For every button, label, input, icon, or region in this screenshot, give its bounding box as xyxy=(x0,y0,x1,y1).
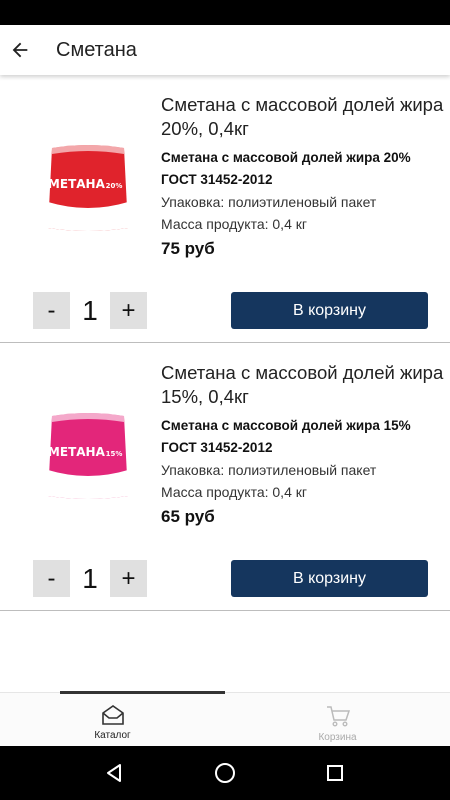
tab-catalog-label: Каталог xyxy=(94,730,131,741)
tab-cart-label: Корзина xyxy=(318,732,357,743)
home-circle-icon xyxy=(215,763,235,783)
product-packaging: Упаковка: полиэтиленовый пакет xyxy=(161,462,377,478)
product-image: СМЕТАНА 20% xyxy=(44,145,128,231)
decrement-button[interactable]: - xyxy=(33,560,70,597)
product-info: Сметана с массовой долей жира 20%, 0,4кг… xyxy=(161,93,446,259)
product-price: 75 руб xyxy=(161,239,215,258)
arrow-left-icon xyxy=(12,42,28,58)
add-to-cart-button[interactable]: В корзину xyxy=(231,560,428,597)
product-card: СМЕТАНА 15% Сметана с массовой долей жир… xyxy=(0,343,450,611)
product-price: 65 руб xyxy=(161,507,215,526)
product-weight: Масса продукта: 0,4 кг xyxy=(161,216,307,232)
pack-fat-text: 15% xyxy=(106,450,123,458)
quantity-value: 1 xyxy=(82,562,98,594)
product-info: Сметана с массовой долей жира 15%, 0,4кг… xyxy=(161,361,446,527)
product-list: СМЕТАНА 20% Сметана с массовой долей жир… xyxy=(0,75,450,611)
product-gost: ГОСТ 31452-2012 xyxy=(161,440,273,455)
pack-fat-text: 20% xyxy=(106,182,123,190)
system-home-button[interactable] xyxy=(205,753,245,793)
product-subtitle: Сметана с массовой долей жира 15% xyxy=(161,418,411,433)
page-title: Сметана xyxy=(56,38,137,61)
product-packaging: Упаковка: полиэтиленовый пакет xyxy=(161,194,377,210)
app-bar: Сметана xyxy=(0,25,450,75)
back-triangle-icon xyxy=(107,764,121,782)
product-title: Сметана с массовой долей жира 15%, 0,4кг xyxy=(161,362,444,407)
pack-brand-text: СМЕТАНА xyxy=(44,445,106,459)
pack-brand-text: СМЕТАНА xyxy=(44,177,106,191)
quantity-value: 1 xyxy=(82,294,98,326)
recents-square-icon xyxy=(327,765,343,781)
product-card: СМЕТАНА 20% Сметана с массовой долей жир… xyxy=(0,75,450,343)
system-back-button[interactable] xyxy=(95,753,135,793)
increment-button[interactable]: + xyxy=(110,560,147,597)
tab-catalog[interactable]: Каталог xyxy=(0,693,225,746)
product-image: СМЕТАНА 15% xyxy=(44,413,128,499)
quantity-stepper: - 1 + xyxy=(33,292,147,329)
add-to-cart-button[interactable]: В корзину xyxy=(231,292,428,329)
bottom-navigation: Каталог Корзина xyxy=(0,691,450,746)
status-bar xyxy=(0,0,450,25)
increment-button[interactable]: + xyxy=(110,292,147,329)
quantity-stepper: - 1 + xyxy=(33,560,147,597)
product-gost: ГОСТ 31452-2012 xyxy=(161,172,273,187)
catalog-icon xyxy=(101,705,124,725)
back-button[interactable] xyxy=(2,32,38,68)
product-subtitle: Сметана с массовой долей жира 20% xyxy=(161,150,411,165)
system-recents-button[interactable] xyxy=(315,753,355,793)
product-title: Сметана с массовой долей жира 20%, 0,4кг xyxy=(161,94,444,139)
product-weight: Масса продукта: 0,4 кг xyxy=(161,484,307,500)
decrement-button[interactable]: - xyxy=(33,292,70,329)
tab-cart[interactable]: Корзина xyxy=(225,693,450,746)
system-navigation-bar xyxy=(0,746,450,800)
cart-icon xyxy=(326,706,350,727)
